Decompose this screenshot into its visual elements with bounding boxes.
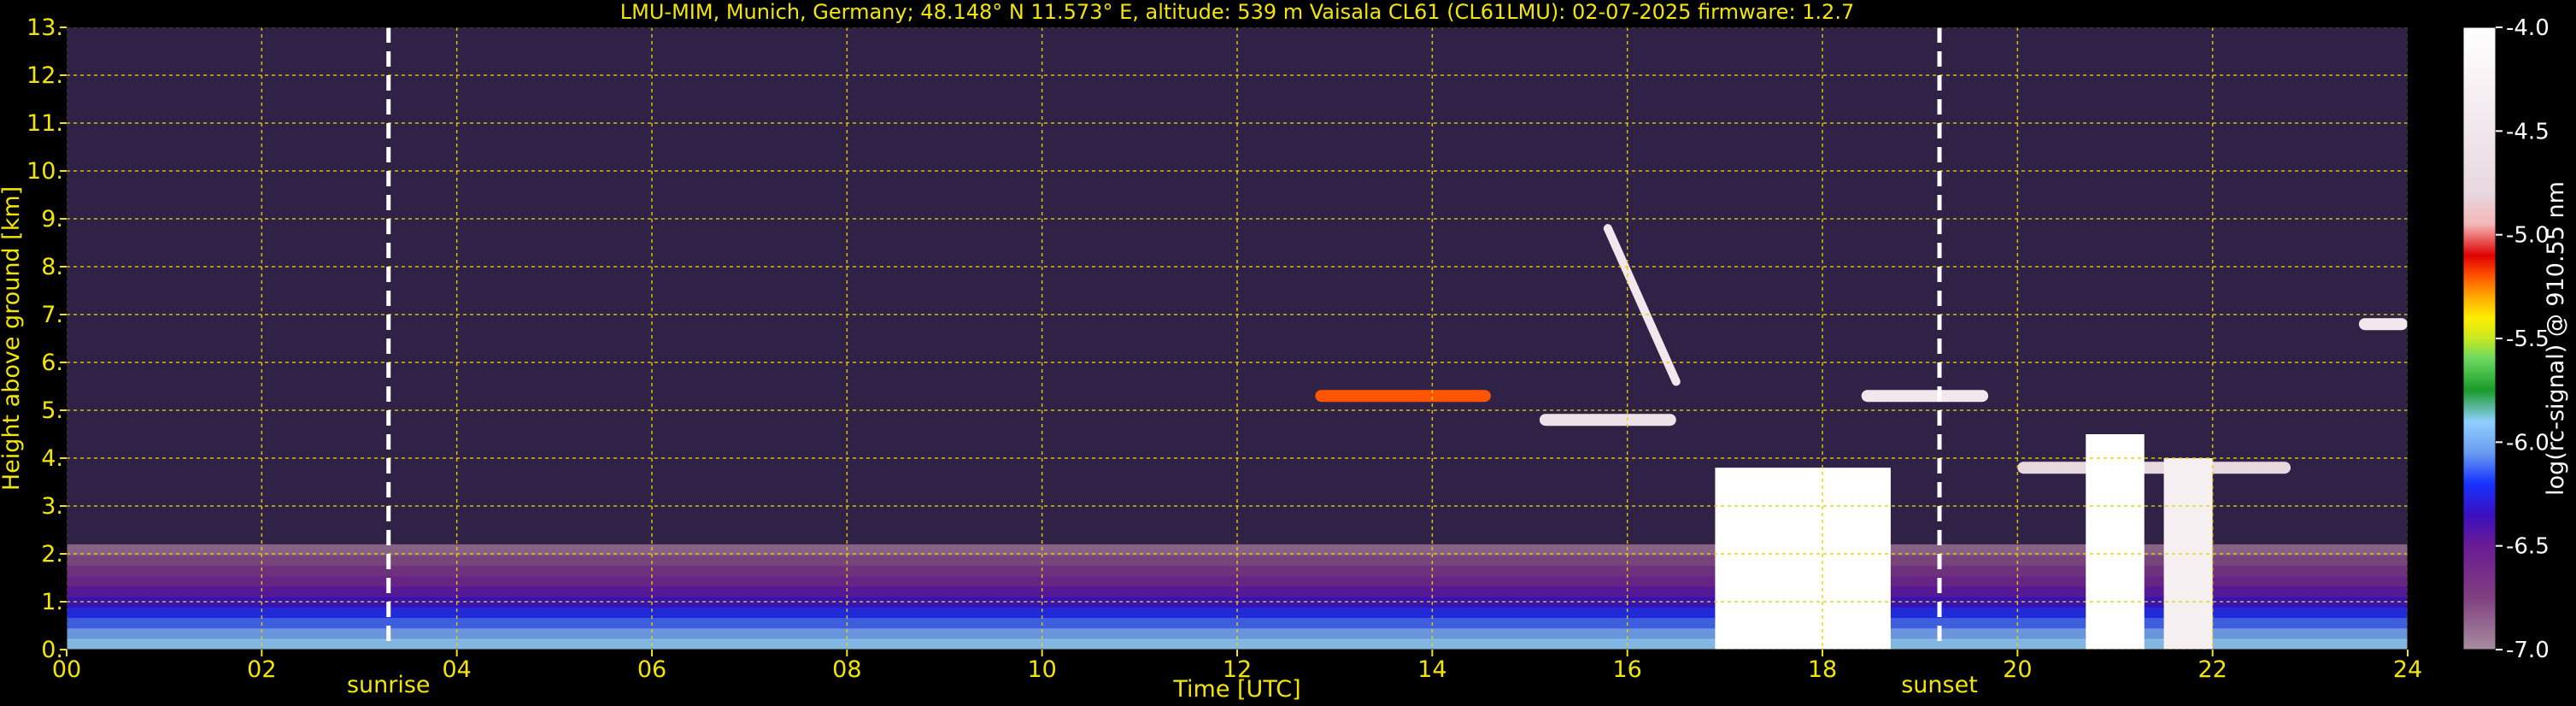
cloud-layer <box>2358 318 2408 331</box>
y-tick-label: 2. <box>41 541 63 568</box>
y-tick-label: 13. <box>26 15 63 41</box>
x-tick-label: 22 <box>2198 656 2227 683</box>
x-tick-label: 20 <box>2003 656 2032 683</box>
x-tick-label: 18 <box>1808 656 1837 683</box>
y-tick-label: 3. <box>41 493 63 520</box>
ceilometer-chart: LMU-MIM, Munich, Germany; 48.148° N 11.5… <box>0 0 2569 703</box>
y-tick-label: 8. <box>41 254 63 280</box>
x-tick-label: 08 <box>832 656 861 683</box>
colorbar-tick-label: -7.0 <box>2506 638 2550 663</box>
cloud-layer <box>1861 390 1989 403</box>
y-axis: 0. 1. 2. 3. 4. 5. 6. 7. 8. 9. 10. 11. 12. 13. <box>26 15 67 663</box>
event-label-sunrise: sunrise <box>347 672 431 698</box>
event-labels: sunrise sunset <box>347 672 1978 698</box>
colorbar-tick-label: -6.5 <box>2506 534 2550 560</box>
x-tick-label: 10 <box>1027 656 1056 683</box>
chart-title: LMU-MIM, Munich, Germany; 48.148° N 11.5… <box>620 0 1854 24</box>
x-tick-label: 14 <box>1417 656 1446 683</box>
x-tick-label: 04 <box>442 656 471 683</box>
x-tick-label: 24 <box>2393 656 2422 683</box>
x-tick-label: 16 <box>1612 656 1641 683</box>
y-tick-label: 0. <box>41 637 63 663</box>
colorbar: -7.0-6.5-6.0-5.5-5.0-4.5-4.0 log(rc-sign… <box>2462 15 2569 663</box>
y-axis-label: Height above ground [km] <box>0 186 25 491</box>
convective-cloud <box>2086 434 2145 650</box>
colorbar-label: log(rc-signal) @ 910.55 nm <box>2543 181 2569 496</box>
cloud-layer <box>1539 414 1676 427</box>
y-tick-label: 10. <box>26 158 63 185</box>
event-label-sunset: sunset <box>1901 672 1978 698</box>
convective-cloud <box>1715 468 1891 650</box>
colorbar-bar <box>2462 26 2497 650</box>
colorbar-tick-label: -4.5 <box>2506 119 2550 144</box>
y-tick-label: 6. <box>41 350 63 376</box>
y-tick-label: 12. <box>26 62 63 89</box>
y-tick-label: 1. <box>41 589 63 615</box>
y-tick-label: 9. <box>41 206 63 232</box>
colorbar-ticks: -7.0-6.5-6.0-5.5-5.0-4.5-4.0 <box>2496 15 2550 663</box>
plot-area <box>67 27 2408 650</box>
x-axis-label: Time [UTC] <box>1172 676 1300 703</box>
x-tick-label: 06 <box>637 656 666 683</box>
y-tick-label: 11. <box>26 110 63 137</box>
colorbar-tick-label: -4.0 <box>2506 15 2550 41</box>
y-tick-label: 7. <box>41 302 63 328</box>
x-tick-label: 02 <box>247 656 276 683</box>
y-tick-label: 4. <box>41 445 63 472</box>
cloud-layer <box>1315 390 1491 403</box>
y-tick-label: 5. <box>41 397 63 424</box>
cloud-layer <box>2017 462 2291 474</box>
